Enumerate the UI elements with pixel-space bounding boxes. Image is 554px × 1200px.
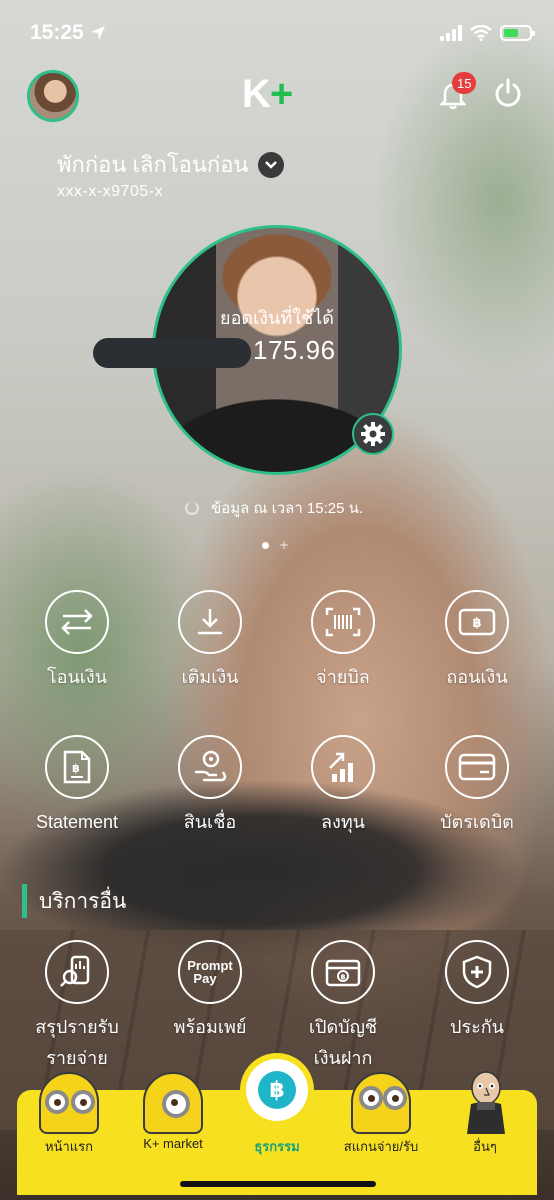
service-income-summary[interactable]: สรุปรายรับ รายจ่าย: [10, 940, 144, 1074]
menu-paybill-label: จ่ายบิล: [316, 667, 370, 687]
update-time-text: ข้อมูล ณ เวลา 15:25 น.: [211, 500, 364, 517]
nav-market-label: K+ market: [143, 1136, 203, 1151]
page-dot-active: [262, 542, 269, 549]
chevron-down-icon: [258, 151, 285, 178]
account-name: พักก่อน เลิกโอนก่อน: [57, 152, 249, 177]
service-open-account-line1: เปิดบัญชี: [308, 1017, 378, 1037]
menu-invest[interactable]: ลงทุน: [276, 735, 410, 838]
minion-home-icon: [39, 1072, 99, 1134]
section-accent-bar: [22, 884, 27, 918]
account-number: xxx-x-x9705-x: [57, 183, 164, 200]
menu-withdraw-label: ถอนเงิน: [446, 667, 508, 687]
refresh-icon[interactable]: [185, 501, 199, 515]
page-indicator: +: [262, 538, 290, 552]
svg-text:฿: ฿: [72, 762, 80, 775]
menu-statement-label: Statement: [35, 812, 119, 832]
withdraw-icon: ฿: [458, 608, 496, 636]
status-time: 15:25: [30, 21, 84, 44]
baht-coin-icon: ฿: [258, 1071, 296, 1109]
menu-paybill[interactable]: จ่ายบิล: [276, 590, 410, 693]
home-indicator[interactable]: [180, 1181, 376, 1187]
transfer-icon: [61, 609, 93, 635]
svg-text:฿: ฿: [341, 973, 346, 981]
power-icon[interactable]: [493, 78, 523, 108]
promptpay-icon-text-2: Pay: [193, 971, 217, 986]
topup-icon: [198, 609, 222, 635]
service-income-summary-line2: รายจ่าย: [46, 1048, 108, 1068]
invest-icon: [329, 752, 353, 782]
service-insurance[interactable]: ประกัน: [410, 940, 544, 1043]
gear-icon: [361, 422, 385, 446]
nav-more-label: อื่นๆ: [473, 1139, 497, 1154]
balance-settings-button[interactable]: [352, 413, 394, 455]
menu-statement[interactable]: ฿ Statement: [10, 735, 144, 838]
menu-loan[interactable]: สินเชื่อ: [143, 735, 277, 838]
menu-invest-label: ลงทุน: [321, 812, 365, 832]
service-open-account[interactable]: ฿ เปิดบัญชี เงินฝาก: [276, 940, 410, 1074]
svg-text:฿: ฿: [472, 616, 481, 631]
service-insurance-label: ประกัน: [410, 1012, 544, 1043]
location-arrow-icon: [90, 26, 105, 40]
balance-value: 175.96: [253, 335, 336, 365]
menu-topup[interactable]: เติมเงิน: [143, 590, 277, 693]
menu-debit-card-label: บัตรเดบิต: [440, 812, 514, 832]
nav-scan-label: สแกนจ่าย/รับ: [343, 1139, 419, 1154]
service-promptpay-label: พร้อมเพย์: [143, 1012, 277, 1043]
loan-icon: [195, 750, 227, 782]
status-bar: 15:25: [30, 18, 535, 48]
logo-plus: +: [269, 72, 293, 116]
debit-card-icon: [458, 753, 496, 781]
wifi-icon: [470, 25, 492, 41]
service-insurance-line1: ประกัน: [450, 1017, 504, 1037]
balance-privacy-mask: [93, 338, 251, 368]
page-dot-add: +: [279, 538, 290, 552]
summary-icon: [60, 955, 90, 987]
cellular-signal-icon: [440, 25, 462, 41]
menu-transfer[interactable]: โอนเงิน: [10, 590, 144, 693]
nav-transaction-label: ธุรกรรม: [254, 1139, 300, 1154]
service-income-summary-label: สรุปรายรับ รายจ่าย: [10, 1012, 144, 1074]
minion-market-icon: [143, 1072, 203, 1134]
other-services-heading: บริการอื่น: [22, 884, 126, 918]
statement-icon: ฿: [63, 750, 91, 784]
battery-icon: [500, 25, 535, 41]
nav-home-label: หน้าแรก: [45, 1139, 93, 1154]
balance-label-text: ยอดเงินที่ใช้ได้: [220, 308, 334, 328]
notification-badge: 15: [452, 72, 477, 94]
menu-debit-card[interactable]: บัตรเดบิต: [410, 735, 544, 838]
menu-topup-label: เติมเงิน: [181, 667, 239, 687]
minion-scan-icon: [351, 1072, 411, 1134]
gru-more-icon: [467, 1071, 505, 1134]
service-promptpay-line1: พร้อมเพย์: [173, 1017, 247, 1037]
account-name-selector[interactable]: พักก่อน เลิกโอนก่อน: [57, 147, 285, 182]
balance-label: ยอดเงินที่ใช้ได้: [0, 303, 554, 332]
menu-withdraw[interactable]: ฿ ถอนเงิน: [410, 590, 544, 693]
insurance-icon: [462, 955, 492, 989]
other-services-title: บริการอื่น: [39, 889, 127, 913]
profile-avatar[interactable]: [27, 70, 79, 122]
barcode-icon: [325, 607, 361, 637]
transaction-fab-button[interactable]: ฿: [240, 1053, 314, 1127]
kplus-logo: K+: [242, 72, 293, 117]
open-account-icon: ฿: [325, 959, 361, 987]
balance-update-time: ข้อมูล ณ เวลา 15:25 น.: [185, 496, 363, 520]
menu-transfer-label: โอนเงิน: [46, 667, 108, 687]
menu-loan-label: สินเชื่อ: [183, 812, 237, 832]
service-income-summary-line1: สรุปรายรับ: [35, 1017, 119, 1037]
service-promptpay[interactable]: Prompt Pay พร้อมเพย์: [143, 940, 277, 1043]
logo-k: K: [242, 72, 271, 116]
